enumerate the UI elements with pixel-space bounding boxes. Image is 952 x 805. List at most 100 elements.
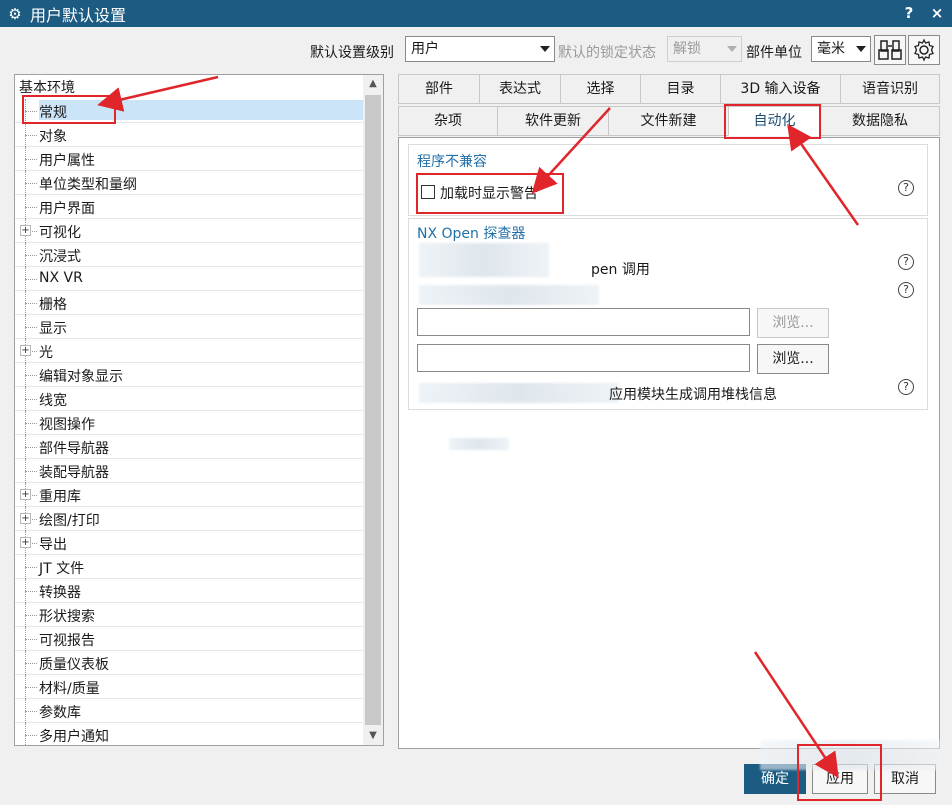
tree-guide-line bbox=[25, 279, 37, 280]
tree-guide-line bbox=[25, 711, 37, 712]
tree-item-label: 光 bbox=[39, 345, 53, 361]
tree-item[interactable]: JT 文件 bbox=[15, 555, 363, 579]
tree-item-label: 材料/质量 bbox=[39, 681, 100, 697]
tree-scrollbar[interactable]: ▲ ▼ bbox=[363, 75, 383, 745]
tree-guide-line bbox=[25, 663, 37, 664]
redacted-region bbox=[449, 438, 509, 450]
unit-select[interactable]: 毫米 bbox=[811, 36, 871, 62]
tree-item[interactable]: 视图操作 bbox=[15, 411, 363, 435]
tree-item[interactable]: 单位类型和量纲 bbox=[15, 171, 363, 195]
tree-item[interactable]: 部件导航器 bbox=[15, 435, 363, 459]
tree-item-label: 用户界面 bbox=[39, 201, 95, 217]
tab-software-update[interactable]: 软件更新 bbox=[497, 106, 609, 136]
tree-item-label: 编辑对象显示 bbox=[39, 369, 123, 385]
chevron-down-icon[interactable]: ▼ bbox=[363, 727, 383, 745]
tree-item[interactable]: + 绘图/打印 bbox=[15, 507, 363, 531]
tree-item[interactable]: 参数库 bbox=[15, 699, 363, 723]
expand-icon[interactable]: + bbox=[20, 489, 31, 500]
help-icon[interactable]: ? bbox=[898, 379, 914, 395]
tree-item[interactable]: NX VR bbox=[15, 267, 363, 291]
tab-expression[interactable]: 表达式 bbox=[479, 74, 561, 104]
tree-item[interactable]: 用户属性 bbox=[15, 147, 363, 171]
browse-button-2[interactable]: 浏览... bbox=[757, 344, 829, 374]
tree-item[interactable]: 装配导航器 bbox=[15, 459, 363, 483]
tree-item-label: 对象 bbox=[39, 129, 67, 145]
tree-guide-line bbox=[25, 639, 37, 640]
tab-misc[interactable]: 杂项 bbox=[398, 106, 498, 136]
tree-item[interactable]: + 导出 bbox=[15, 531, 363, 555]
tab-3d-input[interactable]: 3D 输入设备 bbox=[720, 74, 841, 104]
path-input-1[interactable] bbox=[417, 308, 750, 336]
tab-catalog[interactable]: 目录 bbox=[640, 74, 721, 104]
tree-item-label: 部件导航器 bbox=[39, 441, 109, 457]
expand-icon[interactable]: + bbox=[20, 513, 31, 524]
tree-guide-line bbox=[25, 399, 37, 400]
chevron-up-icon[interactable]: ▲ bbox=[363, 75, 383, 93]
option-label: 应用模块生成调用堆栈信息 bbox=[609, 387, 777, 403]
tree-item-label: 栅格 bbox=[39, 297, 67, 313]
tree-item[interactable]: 线宽 bbox=[15, 387, 363, 411]
gear-icon: ⚙ bbox=[8, 4, 22, 23]
help-icon[interactable]: ? bbox=[898, 254, 914, 270]
tree-item-label: NX VR bbox=[39, 270, 83, 286]
gear-icon bbox=[914, 38, 934, 62]
tab-file-new[interactable]: 文件新建 bbox=[608, 106, 729, 136]
tree-item[interactable]: 质量仪表板 bbox=[15, 651, 363, 675]
tree-item-label: 用户属性 bbox=[39, 153, 95, 169]
tree-item[interactable]: 显示 bbox=[15, 315, 363, 339]
tree-item[interactable]: + 重用库 bbox=[15, 483, 363, 507]
browse-button-1[interactable]: 浏览... bbox=[757, 308, 829, 338]
tree-guide-line bbox=[25, 159, 37, 160]
lock-select-value: 解锁 bbox=[673, 41, 701, 57]
tree-item[interactable]: 沉浸式 bbox=[15, 243, 363, 267]
scrollbar-thumb[interactable] bbox=[365, 95, 381, 725]
tree-item[interactable]: 用户界面 bbox=[15, 195, 363, 219]
tree-item-label: 装配导航器 bbox=[39, 465, 109, 481]
tree-guide-line bbox=[25, 471, 37, 472]
tree-item-label: 线宽 bbox=[39, 393, 67, 409]
tree-item[interactable]: 对象 bbox=[15, 123, 363, 147]
tree-guide-line bbox=[25, 615, 37, 616]
tree-item-label: 质量仪表板 bbox=[39, 657, 109, 673]
expand-icon[interactable]: + bbox=[20, 537, 31, 548]
tab-part[interactable]: 部件 bbox=[398, 74, 480, 104]
tree-item-label: JT 文件 bbox=[39, 561, 85, 577]
close-button[interactable]: × bbox=[924, 0, 950, 27]
tree-item[interactable]: 形状搜索 bbox=[15, 603, 363, 627]
expand-icon[interactable]: + bbox=[20, 345, 31, 356]
tree-item[interactable]: + 光 bbox=[15, 339, 363, 363]
tree-guide-line bbox=[25, 447, 37, 448]
tree-item-label: 沉浸式 bbox=[39, 249, 81, 265]
path-input-2[interactable] bbox=[417, 344, 750, 372]
tree-guide-line bbox=[25, 207, 37, 208]
tree-item[interactable]: 栅格 bbox=[15, 291, 363, 315]
tab-selection[interactable]: 选择 bbox=[560, 74, 641, 104]
tree-item-label: 单位类型和量纲 bbox=[39, 177, 137, 193]
tree-item[interactable]: 材料/质量 bbox=[15, 675, 363, 699]
help-icon[interactable]: ? bbox=[898, 282, 914, 298]
level-select[interactable]: 用户 bbox=[405, 36, 555, 62]
help-icon[interactable]: ? bbox=[898, 180, 914, 196]
tree-item[interactable]: 编辑对象显示 bbox=[15, 363, 363, 387]
tree-guide-line bbox=[25, 591, 37, 592]
tree-item[interactable]: + 可视化 bbox=[15, 219, 363, 243]
tree-item-label: 可视报告 bbox=[39, 633, 95, 649]
expand-icon[interactable]: + bbox=[20, 225, 31, 236]
tree-item[interactable]: 多用户通知 bbox=[15, 723, 363, 745]
help-button[interactable]: ? bbox=[896, 0, 922, 27]
tree-item-label: 可视化 bbox=[39, 225, 81, 241]
tree-item[interactable]: 转换器 bbox=[15, 579, 363, 603]
tab-voice[interactable]: 语音识别 bbox=[840, 74, 940, 104]
tree-item[interactable]: 可视报告 bbox=[15, 627, 363, 651]
lock-select[interactable]: 解锁 bbox=[667, 36, 742, 62]
settings-button[interactable] bbox=[908, 35, 940, 65]
tree-item-label: 转换器 bbox=[39, 585, 81, 601]
tree-guide-line bbox=[25, 183, 37, 184]
tree-guide-line bbox=[25, 327, 37, 328]
tree-item-label: 重用库 bbox=[39, 489, 81, 505]
find-button[interactable] bbox=[874, 35, 906, 65]
tree-root[interactable]: 基本环境 bbox=[19, 77, 75, 97]
tree-item-label: 多用户通知 bbox=[39, 729, 109, 745]
tab-data-privacy[interactable]: 数据隐私 bbox=[820, 106, 940, 136]
annotation-box bbox=[797, 744, 882, 801]
